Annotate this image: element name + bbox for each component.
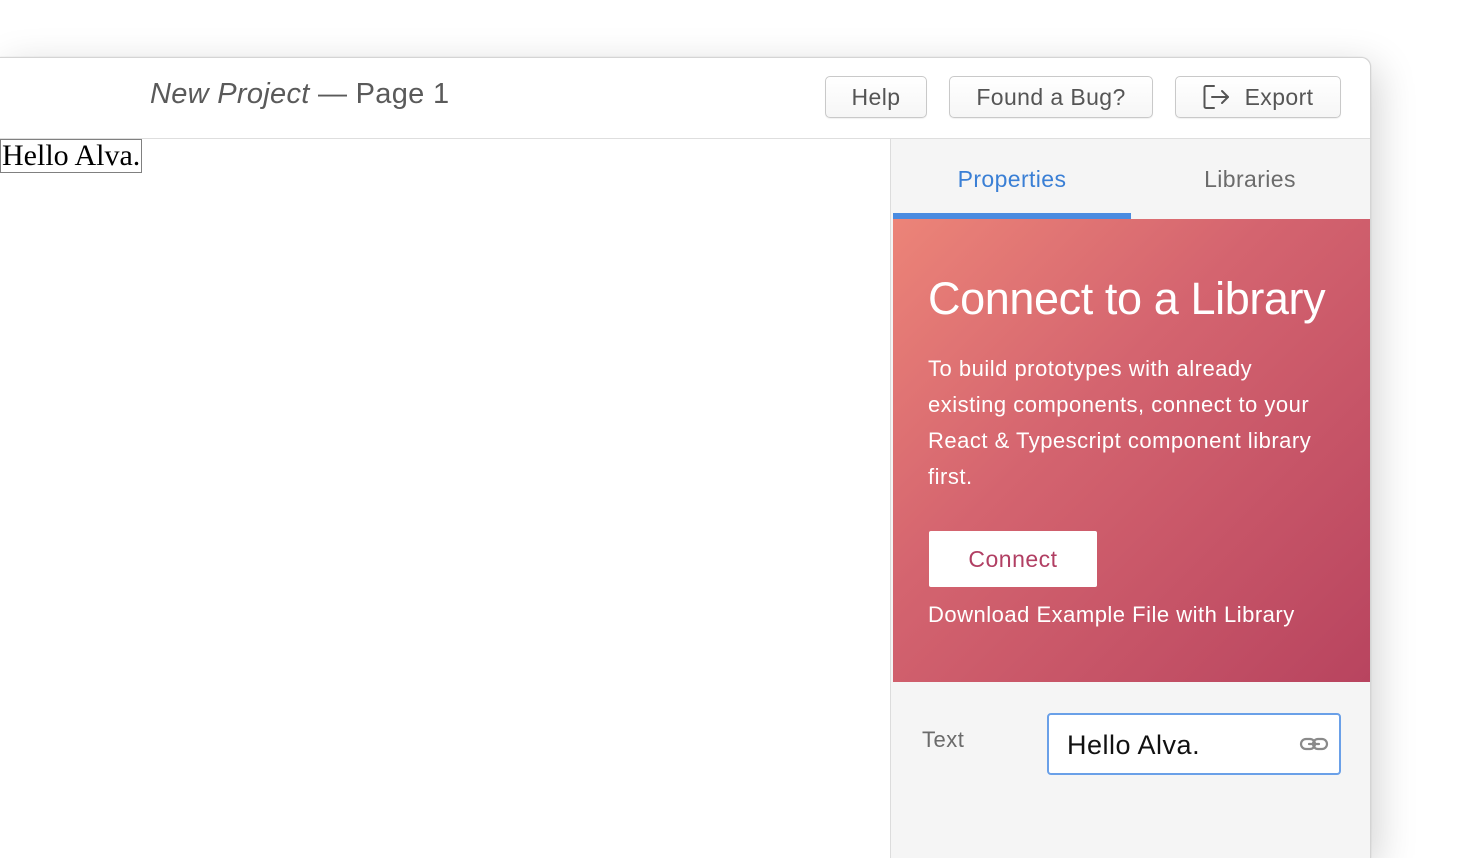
connect-library-title: Connect to a Library bbox=[928, 273, 1326, 324]
tab-properties[interactable]: Properties bbox=[893, 139, 1131, 219]
app-window: New Project — Page 1 Help Found a Bug? E… bbox=[0, 57, 1371, 858]
page-canvas[interactable]: Hello Alva. bbox=[0, 139, 890, 858]
tab-properties-label: Properties bbox=[957, 165, 1067, 192]
text-property-input[interactable] bbox=[1067, 727, 1287, 763]
connect-library-description: To build prototypes with already existin… bbox=[928, 356, 1312, 489]
window-title: New Project — Page 1 bbox=[150, 78, 449, 111]
titlebar: New Project — Page 1 Help Found a Bug? E… bbox=[0, 58, 1370, 139]
project-name: New Project bbox=[150, 78, 310, 110]
page-name: Page 1 bbox=[355, 78, 450, 110]
connect-button-label: Connect bbox=[968, 545, 1058, 572]
found-a-bug-button[interactable]: Found a Bug? bbox=[949, 76, 1153, 118]
found-a-bug-button-label: Found a Bug? bbox=[976, 83, 1126, 110]
help-button-label: Help bbox=[851, 83, 901, 110]
text-property-field bbox=[1047, 713, 1341, 775]
tab-libraries-label: Libraries bbox=[1204, 165, 1296, 192]
property-label: Text bbox=[922, 727, 965, 752]
export-button-label: Export bbox=[1244, 83, 1314, 110]
property-row-text: Text bbox=[891, 682, 1370, 858]
export-icon bbox=[1203, 85, 1229, 109]
properties-sidebar: Properties Libraries Connect to a Librar… bbox=[890, 139, 1370, 858]
download-example-link[interactable]: Download Example File with Library bbox=[928, 602, 1295, 628]
connect-button[interactable]: Connect bbox=[929, 531, 1097, 587]
tab-libraries[interactable]: Libraries bbox=[1131, 139, 1369, 219]
connect-library-panel: Connect to a Library To build prototypes… bbox=[893, 219, 1370, 682]
title-separator: — bbox=[309, 78, 356, 110]
sidebar-tabs: Properties Libraries bbox=[891, 139, 1370, 219]
help-button[interactable]: Help bbox=[825, 76, 927, 118]
canvas-text-element[interactable]: Hello Alva. bbox=[0, 139, 143, 173]
export-button[interactable]: Export bbox=[1175, 76, 1341, 118]
link-icon[interactable] bbox=[1299, 732, 1329, 756]
